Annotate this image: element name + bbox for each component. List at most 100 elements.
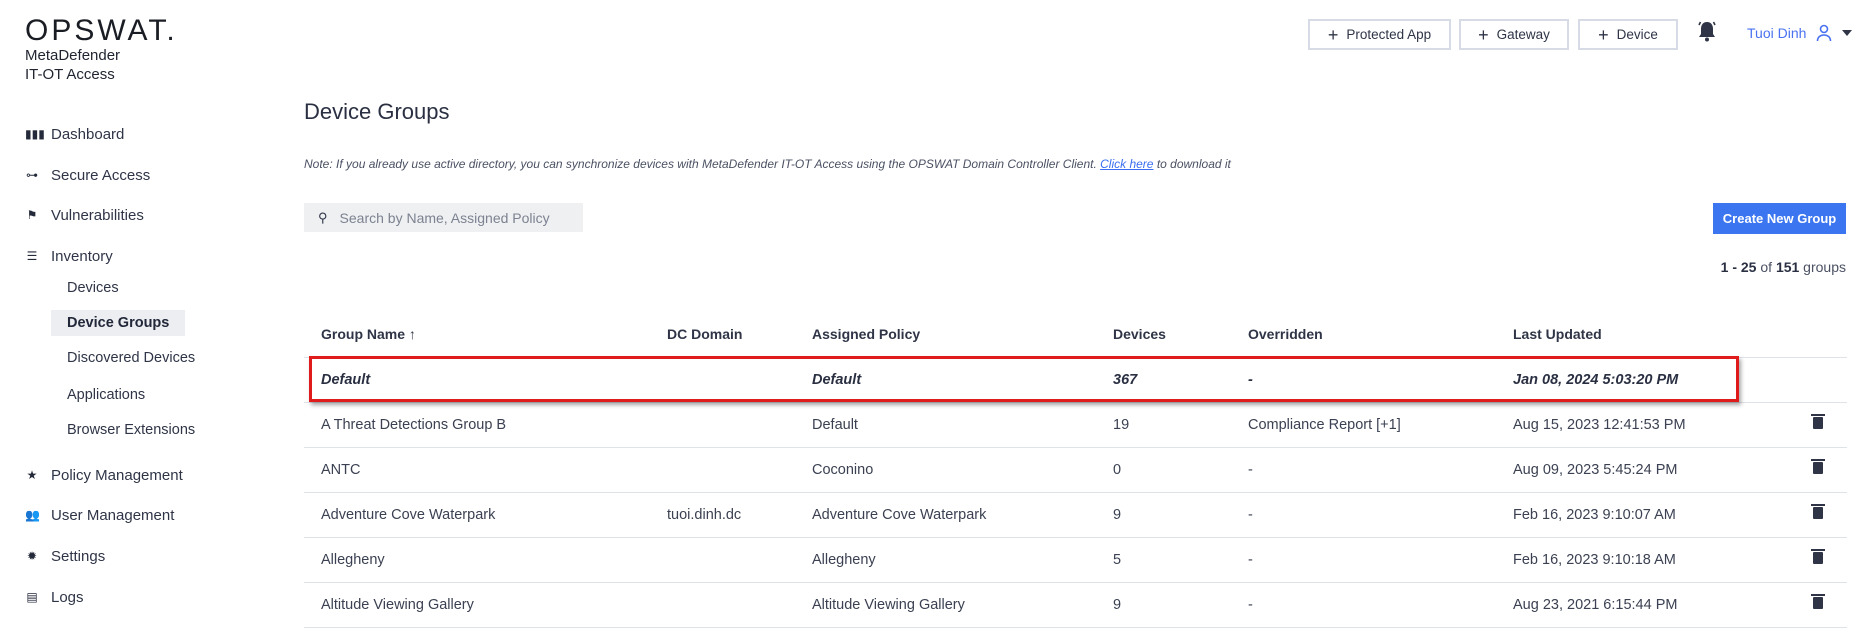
plus-icon: + (1327, 24, 1339, 45)
table-row[interactable]: Allegheny Allegheny 5- Feb 16, 2023 9:10:18… (304, 536, 1847, 582)
table-header: Group Name ↑ DC Domain Assigned Policy D… (304, 312, 1847, 357)
cell-overridden: - (1231, 446, 1496, 492)
cell-assigned-policy: Altitude Viewing Gallery (795, 581, 1096, 628)
ad-sync-note: Note: If you already use active director… (304, 157, 1231, 171)
search-box[interactable]: ⚲ (304, 203, 583, 232)
key-icon: ⊶ (26, 168, 38, 182)
cell-group-name: Default (304, 356, 650, 402)
sidebar-item-secure-access[interactable]: ⊶ Secure Access (25, 163, 150, 187)
trash-icon[interactable] (1811, 593, 1825, 609)
cell-actions (1792, 536, 1847, 582)
column-overridden[interactable]: Overridden (1231, 312, 1496, 357)
caret-down-icon (1842, 30, 1853, 36)
cell-actions (1792, 446, 1847, 492)
sidebar-subitem-devices[interactable]: Devices (51, 275, 135, 301)
sidebar-item-label: Policy Management (51, 466, 183, 484)
user-name: Tuoi Dinh (1747, 25, 1807, 41)
column-actions (1792, 312, 1847, 357)
search-input[interactable] (339, 209, 560, 226)
trash-icon[interactable] (1811, 413, 1825, 429)
table-row[interactable]: A Threat Detections Group B Default 19 Comp… (304, 401, 1847, 447)
cell-dc-domain (650, 446, 795, 492)
cell-actions (1792, 401, 1847, 447)
sidebar-item-user-management[interactable]: 👥 User Management (25, 503, 174, 527)
plus-icon: + (1598, 24, 1609, 45)
cell-actions (1792, 356, 1847, 402)
star-icon: ★ (26, 468, 38, 482)
add-protected-app-button[interactable]: + Protected App (1308, 19, 1451, 50)
cell-group-name: ANTC (304, 446, 650, 492)
trash-icon[interactable] (1811, 503, 1825, 519)
cell-dc-domain (650, 356, 795, 402)
column-group-name[interactable]: Group Name ↑ (304, 312, 650, 357)
note-text-end: to download it (1153, 157, 1231, 171)
cell-dc-domain (650, 401, 795, 447)
sidebar-subitem-applications[interactable]: Applications (51, 382, 161, 408)
sidebar-item-vulnerabilities[interactable]: ⚑ Vulnerabilities (25, 203, 144, 227)
sidebar-subitem-device-groups[interactable]: Device Groups (51, 310, 186, 336)
table-row[interactable]: ANTC Coconino 0- Aug 09, 2023 5:45:24 PM (304, 446, 1847, 492)
trash-icon[interactable] (1811, 548, 1825, 564)
device-groups-table: Group Name ↑ DC Domain Assigned Policy D… (304, 312, 1847, 628)
bell-icon[interactable] (1697, 19, 1717, 43)
user-menu[interactable]: Tuoi Dinh (1747, 24, 1853, 42)
add-device-button[interactable]: + Device (1578, 19, 1678, 50)
cell-last-updated: Aug 23, 2021 6:15:44 PM (1496, 581, 1792, 628)
cell-assigned-policy: Coconino (795, 446, 1096, 492)
create-new-group-button[interactable]: Create New Group (1713, 203, 1846, 234)
sidebar-item-label: Settings (51, 547, 106, 565)
sidebar-subitem-browser-extensions[interactable]: Browser Extensions (51, 417, 211, 443)
cell-group-name: A Threat Detections Group B (304, 401, 650, 447)
trash-icon[interactable] (1811, 458, 1825, 474)
cell-devices: 5 (1096, 536, 1231, 582)
sidebar-item-label: Vulnerabilities (51, 206, 144, 224)
sidebar-item-settings[interactable]: ✹ Settings (25, 544, 105, 568)
search-icon: ⚲ (318, 209, 328, 225)
cell-last-updated: Feb 16, 2023 9:10:18 AM (1496, 536, 1792, 582)
table-row[interactable]: Adventure Cove Waterpark tuoi.dinh.dc Adve… (304, 491, 1847, 537)
button-label: Gateway (1496, 27, 1550, 42)
cell-assigned-policy: Adventure Cove Waterpark (795, 491, 1096, 537)
cell-devices: 0 (1096, 446, 1231, 492)
clipboard-icon: ▤ (26, 590, 38, 604)
cell-last-updated: Aug 15, 2023 12:41:53 PM (1496, 401, 1792, 447)
page-title: Device Groups (304, 99, 450, 124)
column-dc-domain[interactable]: DC Domain (650, 312, 795, 357)
plus-icon: + (1478, 24, 1489, 45)
sidebar-item-label: Dashboard (51, 125, 125, 143)
users-icon: 👥 (25, 508, 40, 522)
pagination-count: 1 - 25 of 151 groups (1720, 259, 1846, 275)
cell-last-updated: Jan 08, 2024 5:03:20 PM (1496, 356, 1792, 402)
cell-overridden: - (1231, 491, 1496, 537)
table-row[interactable]: Altitude Viewing Gallery Altitude Viewing… (304, 581, 1847, 628)
column-last-updated[interactable]: Last Updated (1496, 312, 1792, 357)
cell-group-name: Allegheny (304, 536, 650, 582)
cell-actions (1792, 491, 1847, 537)
add-gateway-button[interactable]: + Gateway (1459, 19, 1569, 50)
sidebar-item-inventory[interactable]: ☰ Inventory (25, 244, 113, 268)
dashboard-icon: ▮▮▮ (25, 127, 45, 141)
cell-dc-domain (650, 581, 795, 628)
cell-devices: 19 (1096, 401, 1231, 447)
product-name-line1: MetaDefender (25, 47, 121, 64)
sidebar-item-label: Inventory (51, 247, 113, 265)
cell-overridden: - (1231, 536, 1496, 582)
cell-devices: 9 (1096, 581, 1231, 628)
cell-overridden: Compliance Report [+1] (1231, 401, 1496, 447)
download-link[interactable]: Click here (1100, 157, 1153, 171)
sidebar-item-policy-management[interactable]: ★ Policy Management (25, 463, 183, 487)
flag-icon: ⚑ (26, 208, 38, 222)
sidebar-item-label: User Management (51, 506, 175, 524)
column-devices[interactable]: Devices (1096, 312, 1231, 357)
button-label: Protected App (1346, 27, 1432, 42)
cell-group-name: Altitude Viewing Gallery (304, 581, 650, 628)
cell-overridden: - (1231, 581, 1496, 628)
column-assigned-policy[interactable]: Assigned Policy (795, 312, 1096, 357)
sidebar-subitem-discovered-devices[interactable]: Discovered Devices (51, 345, 211, 371)
cell-assigned-policy: Default (795, 401, 1096, 447)
sidebar-item-dashboard[interactable]: ▮▮▮ Dashboard (25, 122, 124, 146)
sidebar-item-logs[interactable]: ▤ Logs (25, 585, 83, 609)
table-row[interactable]: Default Default 367- Jan 08, 2024 5:03:20 P… (304, 356, 1847, 402)
cell-last-updated: Aug 09, 2023 5:45:24 PM (1496, 446, 1792, 492)
gear-icon: ✹ (26, 549, 38, 563)
